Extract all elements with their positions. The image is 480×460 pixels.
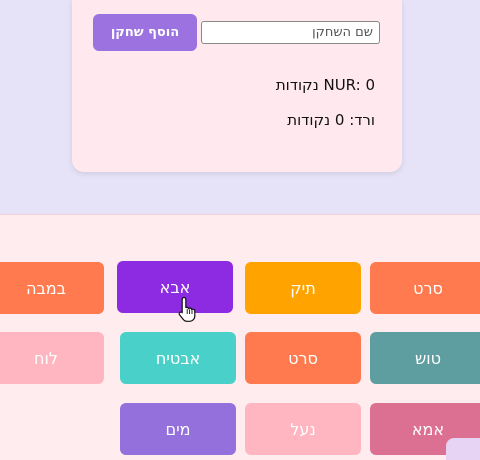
corner-widget[interactable] [446, 438, 480, 460]
section-divider [0, 214, 480, 215]
player-name-input[interactable] [201, 21, 380, 44]
word-card[interactable]: אבטיח [120, 332, 236, 384]
word-card[interactable]: נעל [245, 403, 361, 455]
word-card[interactable]: תיק [245, 262, 361, 314]
word-card[interactable]: טוש [370, 332, 480, 384]
word-card[interactable]: סרט [370, 262, 480, 314]
add-player-button[interactable]: הוסף שחקן [93, 14, 197, 51]
word-card[interactable]: מים [120, 403, 236, 455]
player-score: ורד: 0 נקודות [287, 111, 375, 129]
players-section: הוסף שחקן NUR: 0 נקודות ורד: 0 נקודות [0, 0, 480, 214]
word-card[interactable]: אבא [117, 261, 233, 313]
word-card[interactable]: לוח [0, 332, 104, 384]
word-card[interactable]: סרט [245, 332, 361, 384]
word-card[interactable]: במבה [0, 262, 104, 314]
players-card: הוסף שחקן NUR: 0 נקודות ורד: 0 נקודות [72, 0, 402, 172]
player-score: NUR: 0 נקודות [275, 76, 375, 94]
hand-pointer-icon [178, 296, 196, 322]
